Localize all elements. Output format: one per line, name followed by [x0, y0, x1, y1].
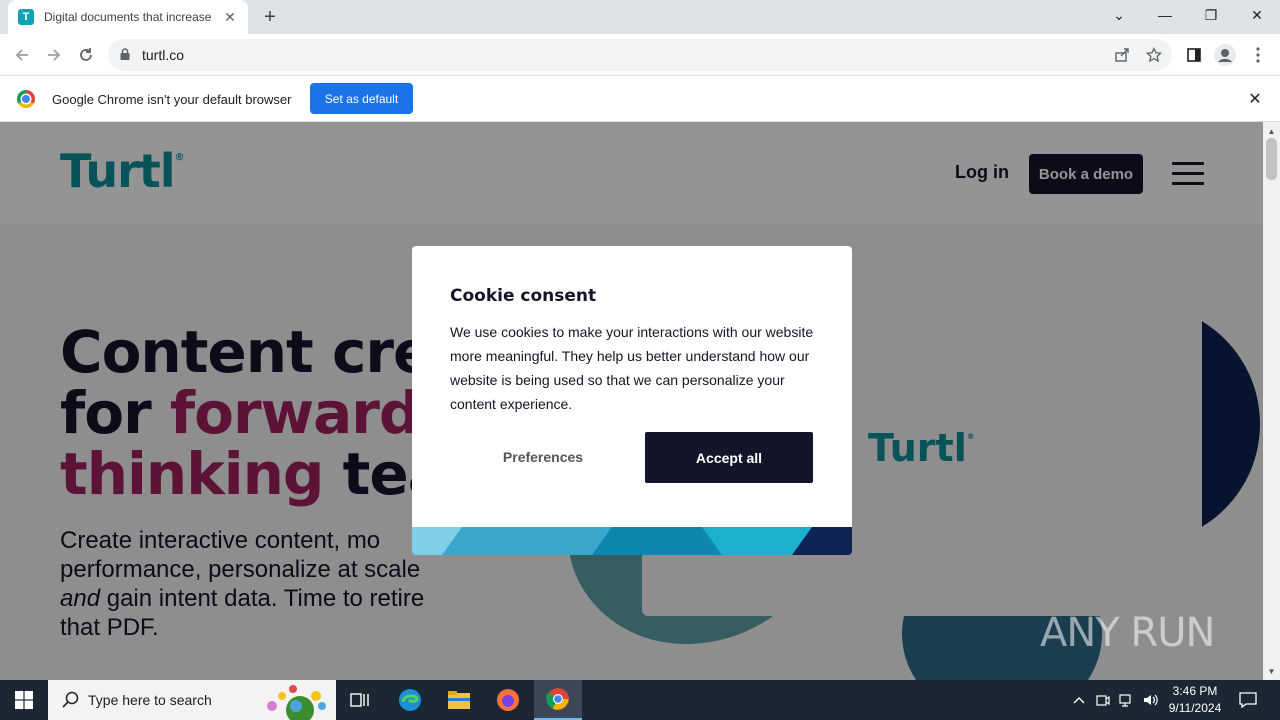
- profile-avatar-icon[interactable]: [1214, 44, 1236, 66]
- firefox-taskbar-button[interactable]: [484, 680, 532, 720]
- new-tab-button[interactable]: +: [259, 6, 281, 28]
- preferences-button[interactable]: Preferences: [456, 432, 630, 482]
- task-view-button[interactable]: [336, 680, 384, 720]
- windows-logo-icon: [15, 691, 33, 709]
- notifications-icon[interactable]: [1238, 690, 1258, 710]
- search-placeholder: Type here to search: [88, 692, 212, 708]
- maximize-button[interactable]: ❐: [1188, 0, 1234, 30]
- browser-tab[interactable]: T Digital documents that increase ✕: [8, 0, 248, 34]
- volume-icon[interactable]: [1141, 690, 1161, 710]
- close-window-button[interactable]: ✕: [1234, 0, 1280, 30]
- side-panel-icon[interactable]: [1183, 44, 1205, 66]
- folder-icon: [448, 691, 470, 709]
- taskbar-search-box[interactable]: Type here to search: [48, 680, 336, 720]
- cookie-title: Cookie consent: [450, 286, 597, 306]
- page-scrollbar[interactable]: ▲ ▼: [1263, 122, 1280, 680]
- infobar-message: Google Chrome isn't your default browser: [52, 92, 292, 107]
- url-text: turtl.co: [142, 47, 185, 63]
- meet-now-icon[interactable]: [1093, 690, 1113, 710]
- edge-icon: [399, 689, 421, 711]
- search-icon: [62, 691, 79, 708]
- chrome-taskbar-button[interactable]: [534, 680, 582, 720]
- network-icon[interactable]: [1117, 690, 1137, 710]
- accept-all-button[interactable]: Accept all: [645, 432, 813, 483]
- chrome-logo-icon: [17, 90, 35, 108]
- set-as-default-button[interactable]: Set as default: [310, 83, 413, 114]
- minimize-button[interactable]: —: [1142, 0, 1188, 30]
- back-button[interactable]: [10, 43, 34, 67]
- taskbar-clock[interactable]: 3:46 PM 9/11/2024: [1162, 683, 1228, 717]
- lock-icon: [120, 48, 130, 60]
- cookie-consent-dialog: Cookie consent We use cookies to make yo…: [412, 246, 852, 555]
- scrollbar-thumb[interactable]: [1266, 138, 1277, 180]
- forward-arrow-icon: [48, 49, 61, 61]
- tab-close-icon[interactable]: ✕: [222, 9, 238, 25]
- show-hidden-icons-chevron-icon[interactable]: [1069, 690, 1089, 710]
- clock-date: 9/11/2024: [1168, 701, 1222, 715]
- reload-button[interactable]: [74, 43, 98, 67]
- bookmark-star-icon[interactable]: [1145, 46, 1163, 64]
- forward-button[interactable]: [42, 43, 66, 67]
- back-arrow-icon: [15, 49, 28, 61]
- windows-taskbar: Type here to search 3:46 PM 9/11/2024: [0, 680, 1280, 720]
- modal-footer-decoration: [412, 527, 852, 555]
- start-button[interactable]: [0, 680, 48, 720]
- cookie-body: We use cookies to make your interactions…: [450, 324, 814, 412]
- share-icon[interactable]: [1113, 46, 1131, 64]
- infobar-close-icon[interactable]: ✕: [1246, 90, 1264, 108]
- web-page: Turtl® Log in Book a demo Turtl® Content…: [0, 122, 1263, 680]
- tab-strip: T Digital documents that increase ✕ + ⌄ …: [0, 0, 1280, 34]
- tab-search-icon[interactable]: ⌄: [1096, 0, 1142, 30]
- clock-time: 3:46 PM: [1172, 684, 1218, 698]
- edge-taskbar-button[interactable]: [386, 680, 434, 720]
- default-browser-infobar: Google Chrome isn't your default browser…: [0, 77, 1280, 122]
- address-bar[interactable]: turtl.co: [108, 39, 1172, 71]
- browser-toolbar: turtl.co: [0, 34, 1280, 76]
- firefox-icon: [497, 689, 519, 711]
- menu-kebab-icon[interactable]: [1247, 44, 1269, 66]
- anyrun-watermark: ANY RUN: [1040, 610, 1215, 656]
- tab-title: Digital documents that increase: [44, 10, 212, 24]
- scroll-down-arrow-icon[interactable]: ▼: [1263, 664, 1280, 678]
- chrome-icon: [546, 688, 569, 710]
- scroll-up-arrow-icon[interactable]: ▲: [1263, 124, 1280, 138]
- reload-icon: [80, 48, 92, 61]
- turtl-favicon-icon: T: [18, 9, 34, 25]
- task-view-icon: [350, 693, 369, 707]
- file-explorer-taskbar-button[interactable]: [435, 680, 483, 720]
- search-highlight-globe-icon: [267, 685, 326, 720]
